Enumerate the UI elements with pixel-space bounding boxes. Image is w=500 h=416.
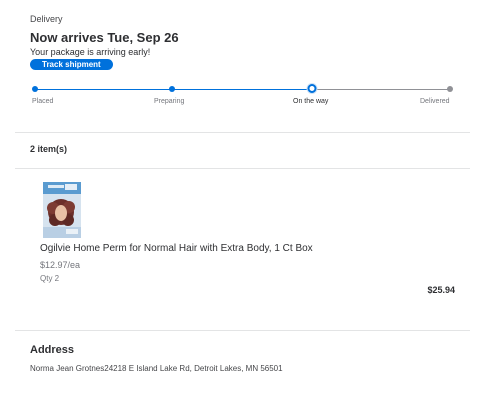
step-label-on-the-way: On the way: [293, 98, 329, 105]
arrival-title: Now arrives Tue, Sep 26: [30, 30, 179, 45]
early-arrival-note: Your package is arriving early!: [30, 47, 151, 57]
divider-items: [15, 168, 470, 169]
step-label-preparing: Preparing: [154, 98, 185, 105]
product-total-price: $25.94: [427, 285, 455, 295]
address-text: Norma Jean Grotnes24218 E Island Lake Rd…: [30, 364, 283, 373]
product-unit-price: $12.97/ea: [40, 260, 81, 270]
divider-address: [15, 330, 470, 331]
step-dot-preparing: [169, 86, 175, 92]
step-dot-delivered: [447, 86, 453, 92]
progress-line: [35, 89, 450, 90]
step-label-delivered: Delivered: [420, 98, 450, 105]
divider-top: [15, 132, 470, 133]
step-dot-placed: [32, 86, 38, 92]
delivery-label: Delivery: [30, 14, 63, 24]
product-box-image[interactable]: [43, 182, 81, 238]
track-shipment-button[interactable]: Track shipment: [30, 59, 113, 70]
product-quantity: Qty 2: [40, 274, 60, 283]
address-heading: Address: [30, 344, 75, 356]
items-count: 2 item(s): [30, 144, 68, 154]
product-name[interactable]: Ogilvie Home Perm for Normal Hair with E…: [40, 243, 313, 254]
step-label-placed: Placed: [32, 98, 54, 105]
step-dot-on-the-way: [307, 84, 317, 93]
